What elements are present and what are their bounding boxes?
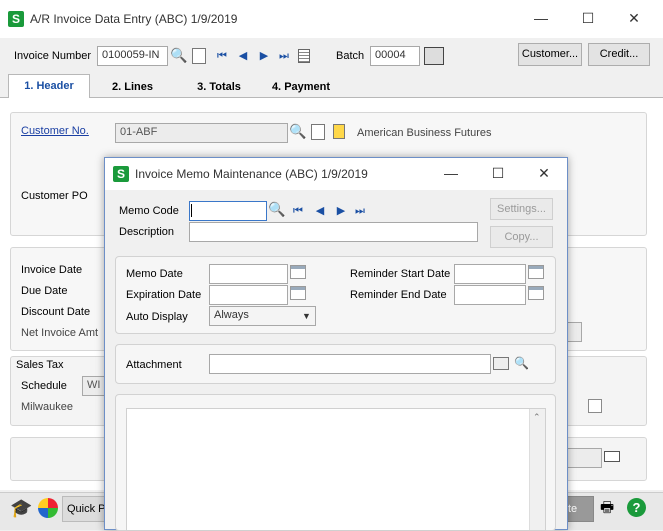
email-icon[interactable] xyxy=(604,451,620,462)
discount-date-label: Discount Date xyxy=(21,306,91,318)
batch-field[interactable]: 00004 xyxy=(370,46,420,66)
chevron-down-icon[interactable]: ▼ xyxy=(302,311,311,321)
text-cursor xyxy=(191,204,192,217)
scroll-up-icon[interactable]: ⌃ xyxy=(533,412,541,423)
batch-label: Batch xyxy=(336,50,365,62)
tab-totals[interactable]: 3. Totals xyxy=(184,76,254,100)
due-date-label: Due Date xyxy=(21,285,68,297)
memo-date-field[interactable] xyxy=(209,264,288,284)
maximize-button[interactable]: ☐ xyxy=(573,8,603,28)
invoice-date-label: Invoice Date xyxy=(21,264,83,276)
tab-totals-num: 3. xyxy=(197,81,207,93)
settings-button[interactable]: Settings... xyxy=(490,198,553,220)
tab-lines[interactable]: 2. Lines xyxy=(100,76,165,100)
close-button[interactable]: ✕ xyxy=(619,8,649,28)
reminder-start-field[interactable] xyxy=(454,264,526,284)
minimize-button[interactable]: — xyxy=(526,8,556,28)
description-field[interactable] xyxy=(189,222,478,242)
invoice-number-field[interactable]: 0100059-IN xyxy=(97,46,168,66)
sales-tax-label: Sales Tax xyxy=(16,359,64,371)
customer-maintenance-icon[interactable] xyxy=(311,124,325,140)
memo-minimize-button[interactable]: — xyxy=(436,163,466,183)
printer-icon[interactable]: 🖶 xyxy=(600,499,618,517)
tab-payment[interactable]: 4. Payment xyxy=(262,76,340,100)
customer-search-icon[interactable]: 🔍 xyxy=(289,123,306,140)
auto-display-value: Always xyxy=(214,309,249,321)
memo-title-bar: S Invoice Memo Maintenance (ABC) 1/9/201… xyxy=(105,158,567,190)
memo-icon[interactable] xyxy=(333,124,345,139)
memo-date-label: Memo Date xyxy=(126,268,183,280)
help-hat-icon[interactable]: 🎓 xyxy=(10,498,32,518)
tab-header[interactable]: 1. Header xyxy=(8,74,90,98)
tab-totals-label: Totals xyxy=(209,81,241,93)
folder-icon[interactable] xyxy=(493,357,509,370)
tax-checkbox[interactable] xyxy=(588,399,602,413)
reminder-start-label: Reminder Start Date xyxy=(350,268,451,280)
help-icon[interactable]: ? xyxy=(627,498,646,517)
reminder-start-calendar-icon[interactable] xyxy=(528,265,544,279)
customer-name: American Business Futures xyxy=(357,127,492,139)
copy-button[interactable]: Copy... xyxy=(490,226,553,248)
customer-button[interactable]: Customer... xyxy=(518,43,582,66)
customer-no-field[interactable]: 01-ABF xyxy=(115,123,288,143)
reminder-end-calendar-icon[interactable] xyxy=(528,286,544,300)
previous-record-icon[interactable]: ◀ xyxy=(236,49,250,63)
expiration-date-label: Expiration Date xyxy=(126,289,202,301)
memo-sage-logo-icon: S xyxy=(113,166,129,182)
tab-header-num: 1. xyxy=(24,80,34,92)
title-bar: S A/R Invoice Data Entry (ABC) 1/9/2019 … xyxy=(0,0,663,38)
tab-header-label: Header xyxy=(36,80,74,92)
tab-payment-label: Payment xyxy=(284,81,331,93)
memo-code-field[interactable] xyxy=(189,201,267,221)
memo-search-icon[interactable]: 🔍 xyxy=(268,201,285,218)
memo-scrollbar[interactable]: ⌃ xyxy=(529,409,545,530)
schedule-field[interactable]: WI M xyxy=(82,376,106,396)
memo-maximize-button[interactable]: ☐ xyxy=(483,163,513,183)
reminder-end-field[interactable] xyxy=(454,285,526,305)
memo-next-icon[interactable]: ▶ xyxy=(334,204,348,218)
net-invoice-amt-field[interactable] xyxy=(566,322,582,342)
customer-po-label: Customer PO xyxy=(21,190,88,202)
reminder-end-label: Reminder End Date xyxy=(350,289,447,301)
memo-code-label: Memo Code xyxy=(119,205,179,217)
expiration-date-calendar-icon[interactable] xyxy=(290,286,306,300)
memo-previous-icon[interactable]: ◀ xyxy=(313,204,327,218)
memo-first-icon[interactable]: ⏮ xyxy=(291,204,305,218)
customer-no-link[interactable]: Customer No. xyxy=(21,125,89,137)
credit-button[interactable]: Credit... xyxy=(588,43,650,66)
quick-print-label: Quick P xyxy=(67,503,106,515)
next-number-icon[interactable] xyxy=(192,48,206,64)
memo-text-area[interactable] xyxy=(126,408,546,531)
attachment-label: Attachment xyxy=(126,359,182,371)
auto-display-select[interactable]: Always xyxy=(209,306,316,326)
chart-icon[interactable] xyxy=(38,498,58,518)
delete-button-label: te xyxy=(568,503,578,515)
next-record-icon[interactable]: ▶ xyxy=(257,49,271,63)
tab-lines-label: Lines xyxy=(124,81,153,93)
tab-lines-num: 2. xyxy=(112,81,122,93)
attachment-field[interactable] xyxy=(209,354,491,374)
memo-window-title: Invoice Memo Maintenance (ABC) 1/9/2019 xyxy=(135,167,368,181)
search-icon[interactable]: 🔍 xyxy=(170,47,187,64)
invoice-number-label: Invoice Number xyxy=(14,50,92,62)
sage-logo-icon: S xyxy=(8,11,24,27)
description-label: Description xyxy=(119,226,175,238)
email-field[interactable] xyxy=(566,448,602,468)
window-title: A/R Invoice Data Entry (ABC) 1/9/2019 xyxy=(30,12,238,26)
auto-display-label: Auto Display xyxy=(126,311,188,323)
net-invoice-amt-label: Net Invoice Amt xyxy=(21,327,99,339)
invoice-memo-dialog: S Invoice Memo Maintenance (ABC) 1/9/201… xyxy=(104,157,568,531)
memo-date-calendar-icon[interactable] xyxy=(290,265,306,279)
last-record-icon[interactable]: ⏭ xyxy=(277,49,291,63)
batch-window-icon[interactable] xyxy=(424,47,444,65)
memo-last-icon[interactable]: ⏭ xyxy=(353,204,367,218)
expiration-date-field[interactable] xyxy=(209,285,288,305)
tab-payment-num: 4. xyxy=(271,81,282,93)
list-icon[interactable] xyxy=(298,49,310,63)
schedule-label: Schedule xyxy=(21,380,67,392)
schedule-description: Milwaukee xyxy=(21,401,73,413)
memo-close-button[interactable]: ✕ xyxy=(529,163,559,183)
first-record-icon[interactable]: ⏮ xyxy=(215,49,229,63)
attachment-search-icon[interactable]: 🔍 xyxy=(514,356,529,370)
